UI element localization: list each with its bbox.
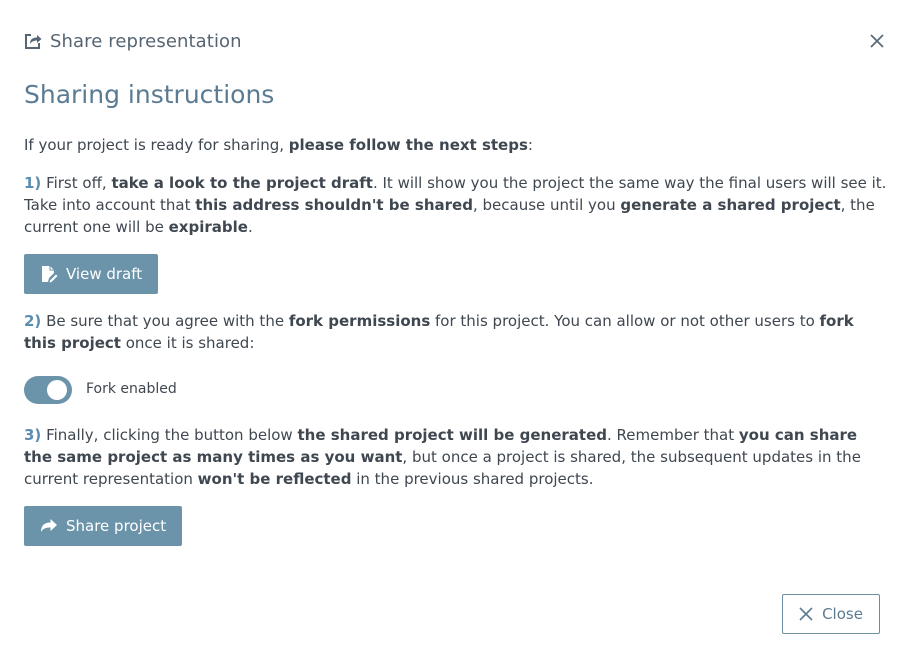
fork-enabled-label: Fork enabled [86,381,177,397]
step-text: . [247,218,253,236]
intro-bold-part: please follow the next steps [288,136,528,154]
modal-title: Share representation [50,30,242,52]
step-bold: take a look to the project draft [111,174,373,192]
step-bold: fork permissions [288,312,431,330]
view-draft-label: View draft [66,265,143,283]
share-modal: Share representation Sharing instruction… [0,0,912,658]
toggle-knob [47,380,67,400]
close-icon[interactable] [866,30,888,52]
intro-text-part: If your project is ready for sharing, [24,136,289,154]
step-number: 3) [24,426,42,444]
intro-text: If your project is ready for sharing, pl… [24,134,890,156]
step-number: 2) [24,312,42,330]
step-text: Finally, clicking the button below [41,426,298,444]
page-title: Sharing instructions [24,80,275,109]
fork-enabled-toggle[interactable] [24,376,72,404]
view-draft-button[interactable]: View draft [24,254,159,294]
step-bold: this address shouldn't be shared [195,196,473,214]
step-number: 1) [24,174,42,192]
share-arrow-icon [40,517,58,535]
share-project-button[interactable]: Share project [24,506,183,546]
edit-document-icon [40,265,58,283]
step-text: for this project. You can allow or not o… [430,312,820,330]
intro-text-part: : [527,136,533,154]
modal-header: Share representation [24,28,888,54]
step-3-text: 3) Finally, clicking the button below th… [24,424,890,490]
step-1-text: 1) First off, take a look to the project… [24,172,890,238]
step-bold: generate a shared project [620,196,841,214]
step-2-text: 2) Be sure that you agree with the fork … [24,310,890,354]
step-bold: the shared project will be generated [297,426,608,444]
step-bold: expirable [168,218,248,236]
close-button[interactable]: Close [782,594,880,634]
step-text: First off, [41,174,112,192]
step-text: in the previous shared projects. [351,470,594,488]
close-icon [799,607,813,621]
share-project-label: Share project [66,517,167,535]
step-text: once it is shared: [120,334,255,352]
share-external-icon [24,32,42,50]
close-button-label: Close [822,605,863,623]
step-text: Be sure that you agree with the [41,312,289,330]
step-bold: won't be reflected [197,470,352,488]
step-text: . Remember that [607,426,739,444]
step-text: , because until you [472,196,621,214]
